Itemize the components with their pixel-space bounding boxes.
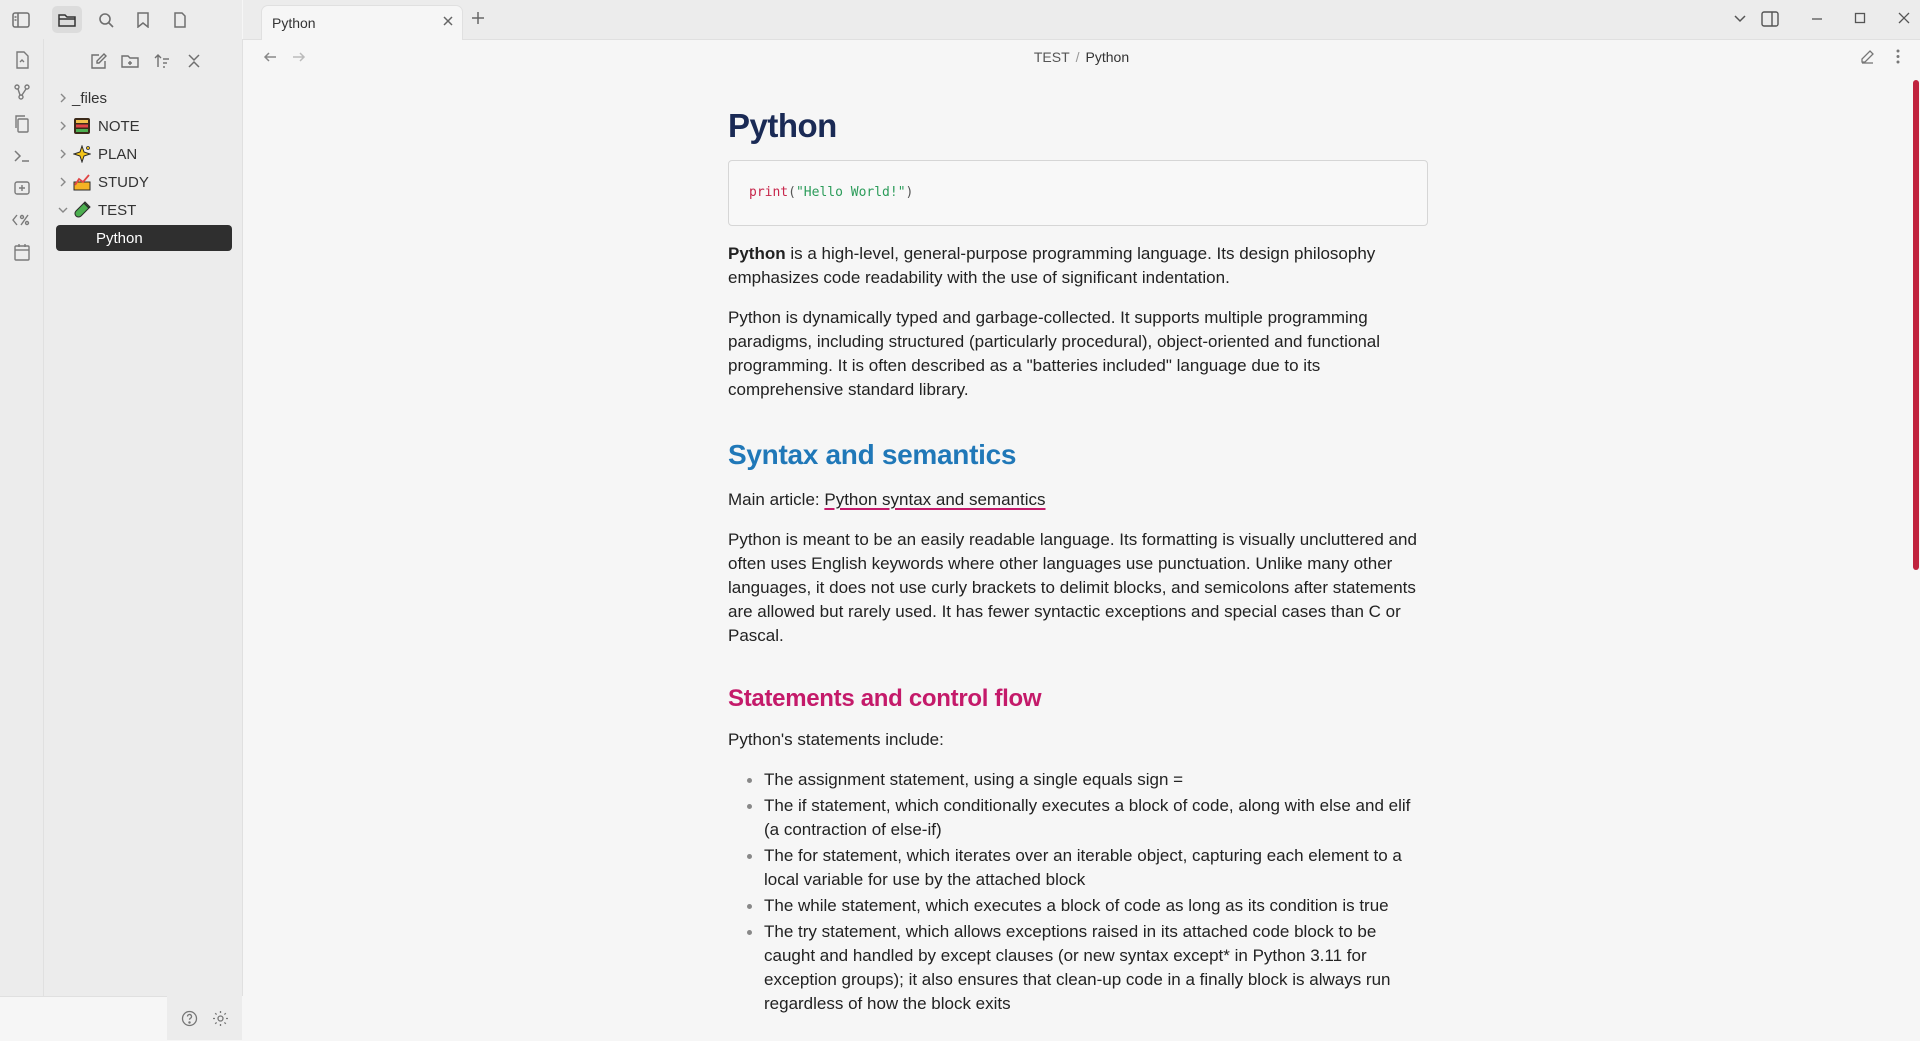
breadcrumb-parent[interactable]: TEST [1034,49,1070,65]
folder-label: STUDY [98,173,149,191]
templater-icon[interactable] [11,209,33,231]
maximize-icon[interactable] [1854,12,1866,24]
close-icon[interactable] [442,15,454,27]
folder-plan[interactable]: PLAN [56,141,230,167]
main-article-link[interactable]: Python syntax and semantics [824,490,1045,509]
intro-bold: Python [728,244,786,263]
code-paren-close: ) [905,185,914,200]
file-explorer: _files NOTE PLAN STUDY TEST Python [44,39,243,996]
folder-test[interactable]: TEST [56,197,230,223]
window-close-icon[interactable] [1898,12,1910,24]
main-article-line: Main article: Python syntax and semantic… [728,488,1428,512]
intro-paragraph: Python is a high-level, general-purpose … [728,242,1428,290]
search-icon[interactable] [91,6,121,33]
minimize-icon[interactable] [1811,12,1823,24]
tab-list-chevron-down-icon[interactable] [1733,11,1747,25]
new-tab-plus-icon[interactable] [471,11,485,25]
folder-study[interactable]: STUDY [56,169,230,195]
folder-note[interactable]: NOTE [56,113,230,139]
view-header: TEST / Python [243,40,1920,76]
edit-mode-pencil-icon[interactable] [1860,49,1875,64]
top-left-toolbar [0,0,242,40]
new-folder-icon[interactable] [117,49,143,73]
breadcrumb-separator: / [1075,49,1080,65]
graph-view-icon[interactable] [11,81,33,103]
vault-actions [167,996,242,1040]
heading-statements-and-control-flow: Statements and control flow [728,685,1042,712]
copy-icon[interactable] [11,113,33,135]
tab-python[interactable]: Python [261,5,463,40]
chevron-right-icon [56,149,70,159]
terminal-icon[interactable] [11,145,33,167]
file-python[interactable]: Python [56,225,232,251]
statements-intro: Python's statements include: [728,730,944,749]
tab-bar: Python [243,0,1920,40]
chart-icon [72,172,92,192]
code-paren-open: ( [788,185,796,200]
folder-label: TEST [98,201,137,219]
more-options-icon[interactable] [1896,49,1900,64]
file-icon[interactable] [165,6,195,33]
main-article-prefix: Main article: [728,490,825,509]
note-content: Python print("Hello World!") Python is a… [728,96,1428,1018]
code-function: print [749,185,789,200]
folder-label: NOTE [98,117,140,135]
list-item: The try statement, which allows exceptio… [747,920,1428,1016]
scrollbar-thumb[interactable] [1913,80,1919,570]
intro-text: is a high-level, general-purpose program… [728,244,1376,287]
list-item: The while statement, which executes a bl… [747,894,1428,918]
statements-list: The assignment statement, using a single… [728,768,1428,1016]
breadcrumb: TEST / Python [243,49,1920,65]
sort-icon[interactable] [149,49,175,73]
tab-title: Python [272,15,316,31]
folder-label: _files [72,89,108,107]
new-note-icon[interactable] [85,49,111,73]
sparkle-icon [72,144,92,164]
chevron-down-icon [56,206,70,214]
list-item: The for statement, which iterates over a… [747,844,1428,892]
chevron-right-icon [56,93,70,103]
folder-files[interactable]: _files [56,85,230,111]
breadcrumb-current[interactable]: Python [1086,49,1130,65]
collapse-all-icon[interactable] [181,49,207,73]
test-tube-icon [72,200,92,220]
open-quick-switcher-icon[interactable] [11,49,33,71]
list-item: The assignment statement, using a single… [747,768,1428,792]
calendar-icon[interactable] [11,241,33,263]
heading-syntax-and-semantics: Syntax and semantics [728,439,1017,470]
file-label: Python [96,229,143,247]
chevron-right-icon [56,121,70,131]
toggle-right-sidebar-icon[interactable] [1761,11,1779,27]
code-string: "Hello World!" [795,185,906,200]
paragraph-2: Python is dynamically typed and garbage-… [728,308,1381,399]
chevron-right-icon [56,177,70,187]
ribbon [0,39,44,1040]
canvas-icon[interactable] [11,177,33,199]
scrollbar[interactable] [1910,77,1920,1040]
note-title[interactable]: Python [728,106,1428,146]
toggle-sidebar-icon[interactable] [6,6,36,33]
file-explorer-icon[interactable] [52,6,82,33]
help-icon[interactable] [181,1010,198,1027]
bookmark-icon[interactable] [128,6,158,33]
folder-label: PLAN [98,145,138,163]
code-block[interactable]: print("Hello World!") [728,160,1428,226]
list-item: The if statement, which conditionally ex… [747,794,1428,842]
settings-gear-icon[interactable] [212,1010,229,1027]
notebook-icon [72,116,92,136]
syntax-paragraph: Python is meant to be an easily readable… [728,530,1417,645]
